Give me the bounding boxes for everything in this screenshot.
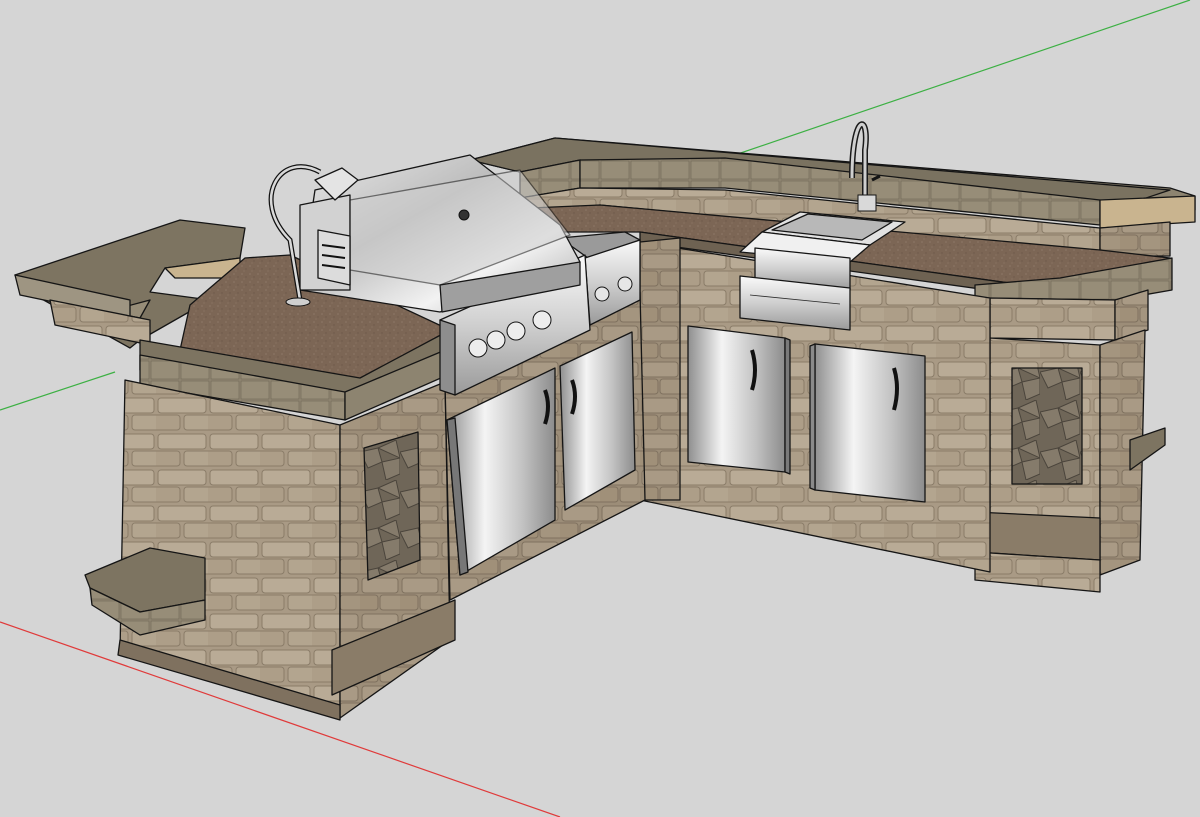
back-door-right[interactable]: [809, 343, 926, 503]
left-front-pillar[interactable]: [84, 379, 456, 719]
burner-knob[interactable]: [617, 276, 633, 292]
modeling-viewport[interactable]: [0, 0, 1200, 817]
burner-knob[interactable]: [594, 286, 610, 302]
thermometer: [458, 209, 470, 221]
green-axis-right: [719, 0, 1191, 161]
grill-knob-3[interactable]: [506, 321, 526, 341]
grill-knob-1[interactable]: [468, 338, 488, 358]
grill-knob-2[interactable]: [486, 330, 506, 350]
3d-scene[interactable]: [0, 0, 1200, 817]
pillar-stone-inset: [1011, 367, 1083, 485]
grill-knob-4[interactable]: [532, 310, 552, 330]
back-door-left[interactable]: [687, 325, 791, 475]
green-axis-left: [0, 371, 116, 411]
pillar-stone-inset: [363, 431, 421, 581]
right-pillar[interactable]: [974, 257, 1173, 593]
